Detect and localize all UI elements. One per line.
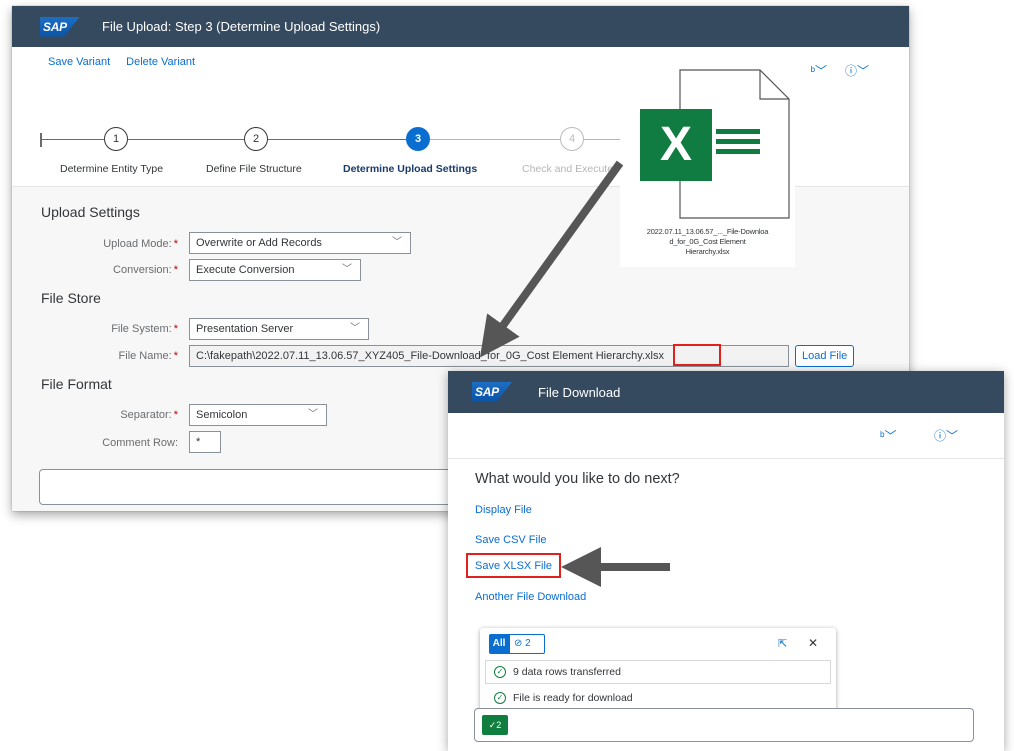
personalize-icon[interactable]: ᵇ﹀ [880, 427, 897, 444]
xlsx-extension-highlight [673, 344, 721, 366]
excel-icon: X [640, 109, 712, 181]
sap-logo: SAP [40, 16, 80, 37]
step-3-indicator[interactable]: 3 [406, 127, 430, 151]
message-count-button[interactable]: ✓2 [482, 715, 508, 735]
chevron-down-icon: ﹀ [342, 264, 352, 275]
dialog-toolbar: ᵇ﹀ ⓘ﹀ [448, 413, 1004, 459]
separator-select[interactable]: Semicolon ﹀ [189, 404, 327, 426]
dialog-shell-bar: SAP File Download [448, 371, 1004, 413]
upload-mode-select[interactable]: Overwrite or Add Records ﹀ [189, 232, 411, 254]
file-name-label: File Name: * [118, 350, 178, 362]
step-4-indicator[interactable]: 4 [560, 127, 584, 151]
save-csv-file-link[interactable]: Save CSV File [475, 534, 547, 546]
file-system-select[interactable]: Presentation Server ﹀ [189, 318, 369, 340]
filter-success-button[interactable]: ⊘ 2 [509, 634, 545, 654]
step-3-label: Determine Upload Settings [343, 163, 478, 175]
dialog-footer: ✓2 [474, 708, 974, 742]
step-2-label: Define File Structure [206, 163, 302, 175]
page-title: File Upload: Step 3 (Determine Upload Se… [102, 19, 381, 34]
filter-all-button[interactable]: All [489, 634, 509, 654]
separator-label: Separator: * [120, 409, 178, 421]
screenshot-stage: SAP File Upload: Step 3 (Determine Uploa… [0, 0, 1014, 751]
step-1-indicator[interactable]: 1 [104, 127, 128, 151]
success-check-icon: ✓ [494, 666, 506, 678]
save-variant-link[interactable]: Save Variant [48, 56, 110, 68]
another-file-download-link[interactable]: Another File Download [475, 591, 586, 603]
upload-settings-heading: Upload Settings [41, 204, 140, 220]
chevron-down-icon: ﹀ [392, 237, 402, 248]
next-action-question: What would you like to do next? [475, 471, 680, 487]
sap-logo: SAP [472, 382, 512, 402]
chevron-down-icon: ﹀ [350, 323, 360, 334]
excel-file-caption: 2022.07.11_13.06.57_..._File-Downloa d_f… [646, 227, 769, 256]
step-1-label: Determine Entity Type [60, 163, 164, 175]
success-check-icon: ✓ [494, 692, 506, 704]
conversion-select[interactable]: Execute Conversion ﹀ [189, 259, 361, 281]
save-xlsx-highlight [466, 553, 561, 578]
excel-file-icon-card: X 2022.07.11_13.06.57_..._File-Downloa d… [620, 69, 795, 267]
upload-mode-label: Upload Mode: * [103, 238, 178, 250]
message-row[interactable]: ✓ 9 data rows transferred [485, 660, 831, 684]
file-format-heading: File Format [41, 376, 112, 392]
file-system-label: File System: * [111, 323, 178, 335]
comment-row-input[interactable]: * [189, 431, 221, 453]
spreadsheet-grid-icon [716, 129, 760, 159]
close-icon[interactable]: ✕ [808, 636, 818, 650]
dialog-title: File Download [538, 384, 621, 400]
help-icon[interactable]: ⓘ﹀ [934, 427, 958, 444]
conversion-label: Conversion: * [113, 264, 178, 276]
comment-row-label: Comment Row: [102, 437, 178, 449]
shell-bar: SAP File Upload: Step 3 (Determine Uploa… [12, 6, 909, 47]
file-download-window: SAP File Download ᵇ﹀ ⓘ﹀ What would you l… [448, 371, 1004, 751]
file-store-heading: File Store [41, 290, 101, 306]
display-file-link[interactable]: Display File [475, 504, 532, 516]
expand-icon[interactable]: ⇱ [778, 637, 787, 650]
message-row[interactable]: ✓ File is ready for download [485, 686, 831, 710]
step-4-label: Check and Execute [522, 163, 614, 175]
delete-variant-link[interactable]: Delete Variant [126, 56, 195, 68]
success-icon: ⊘ [514, 638, 523, 649]
load-file-button[interactable]: Load File [795, 345, 855, 367]
step-2-indicator[interactable]: 2 [244, 127, 268, 151]
message-popover: All ⊘ 2 ⇱ ✕ ✓ 9 data rows transferred ✓ Fi… [480, 628, 836, 716]
chevron-down-icon: ﹀ [308, 409, 318, 420]
